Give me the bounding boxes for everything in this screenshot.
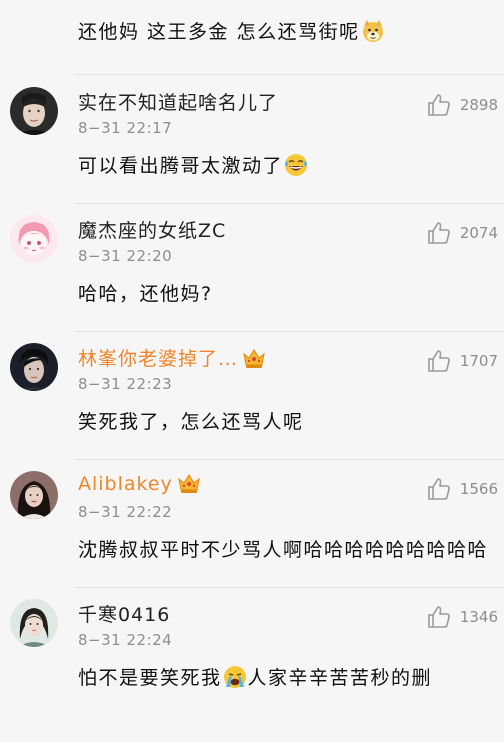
divider [74, 74, 504, 75]
comment-item: 魔杰座的女纸ZC 8−31 22:20 2074 哈哈，还他妈? [0, 204, 504, 332]
comment-text: 沈腾叔叔平时不少骂人啊哈哈哈哈哈哈哈哈哈 [78, 539, 489, 561]
thumbs-up-icon [428, 222, 450, 244]
comment-item: Aliblakey 8−31 22:22 1566 沈腾叔叔平时不少骂人啊哈哈哈… [0, 460, 504, 588]
thumbs-up-icon [428, 94, 450, 116]
timestamp: 8−31 22:24 [78, 631, 173, 649]
like-button[interactable]: 2898 [426, 92, 498, 118]
username[interactable]: 千寒0416 [78, 600, 170, 627]
comment-text-content: 还他妈 这王多金 怎么还骂街呢 [78, 21, 360, 43]
like-count: 1566 [459, 480, 498, 498]
comment-text: 可以看出腾哥太激动了 [78, 152, 494, 180]
like-count: 1346 [459, 608, 498, 626]
comment-fragment: 还他妈 这王多金 怎么还骂街呢 [0, 0, 504, 76]
comment-item: 实在不知道起啥名儿了 8−31 22:17 2898 可以看出腾哥太激动了 [0, 76, 504, 204]
thumbs-up-icon [428, 606, 450, 628]
like-button[interactable]: 1566 [426, 476, 498, 502]
like-button[interactable]: 1707 [426, 348, 498, 374]
comment-text-before: 怕不是要笑死我 [78, 667, 222, 689]
like-button[interactable]: 2074 [426, 220, 498, 246]
username[interactable]: 魔杰座的女纸ZC [78, 216, 226, 243]
avatar[interactable] [10, 471, 58, 519]
like-button[interactable]: 1346 [426, 604, 498, 630]
comment-text-after: 人家辛辛苦苦秒的删 [247, 667, 433, 689]
username[interactable]: 实在不知道起啥名儿了 [78, 88, 278, 115]
thumbs-up-icon [428, 350, 450, 372]
comment-text: 怕不是要笑死我 人家辛辛苦苦秒的删 [78, 664, 494, 692]
timestamp: 8−31 22:23 [78, 375, 173, 393]
avatar[interactable] [10, 343, 58, 391]
comment-item: 林峯你老婆掉了… 8−31 22:23 1707 笑死我了，怎么还骂人呢 [0, 332, 504, 460]
avatar[interactable] [10, 215, 58, 263]
crown-icon [242, 347, 266, 369]
timestamp: 8−31 22:22 [78, 503, 173, 521]
username[interactable]: Aliblakey [78, 472, 201, 495]
doge-emoji-icon [361, 19, 385, 43]
comment-text: 还他妈 这王多金 怎么还骂街呢 [78, 18, 494, 46]
comment-text-content: 可以看出腾哥太激动了 [78, 155, 284, 177]
crown-icon [177, 472, 201, 494]
username-text: Aliblakey [78, 473, 173, 495]
comment-item: 千寒0416 8−31 22:24 1346 怕不是要笑死我 人家辛辛苦苦秒的删 [0, 588, 504, 716]
username-text: 林峯你老婆掉了… [78, 348, 239, 370]
avatar[interactable] [10, 87, 58, 135]
crying-emoji-icon [223, 665, 247, 689]
thumbs-up-icon [428, 478, 450, 500]
timestamp: 8−31 22:20 [78, 247, 173, 265]
comment-feed: 还他妈 这王多金 怎么还骂街呢 实在不知道起啥名儿了 8−31 22:17 28… [0, 0, 504, 742]
comment-text: 笑死我了，怎么还骂人呢 [78, 411, 304, 433]
laugh-cry-emoji-icon [284, 153, 308, 177]
comment-text: 哈哈，还他妈? [78, 283, 213, 305]
avatar[interactable] [10, 599, 58, 647]
timestamp: 8−31 22:17 [78, 119, 173, 137]
username[interactable]: 林峯你老婆掉了… [78, 344, 266, 371]
like-count: 1707 [459, 352, 498, 370]
like-count: 2898 [459, 96, 498, 114]
like-count: 2074 [459, 224, 498, 242]
